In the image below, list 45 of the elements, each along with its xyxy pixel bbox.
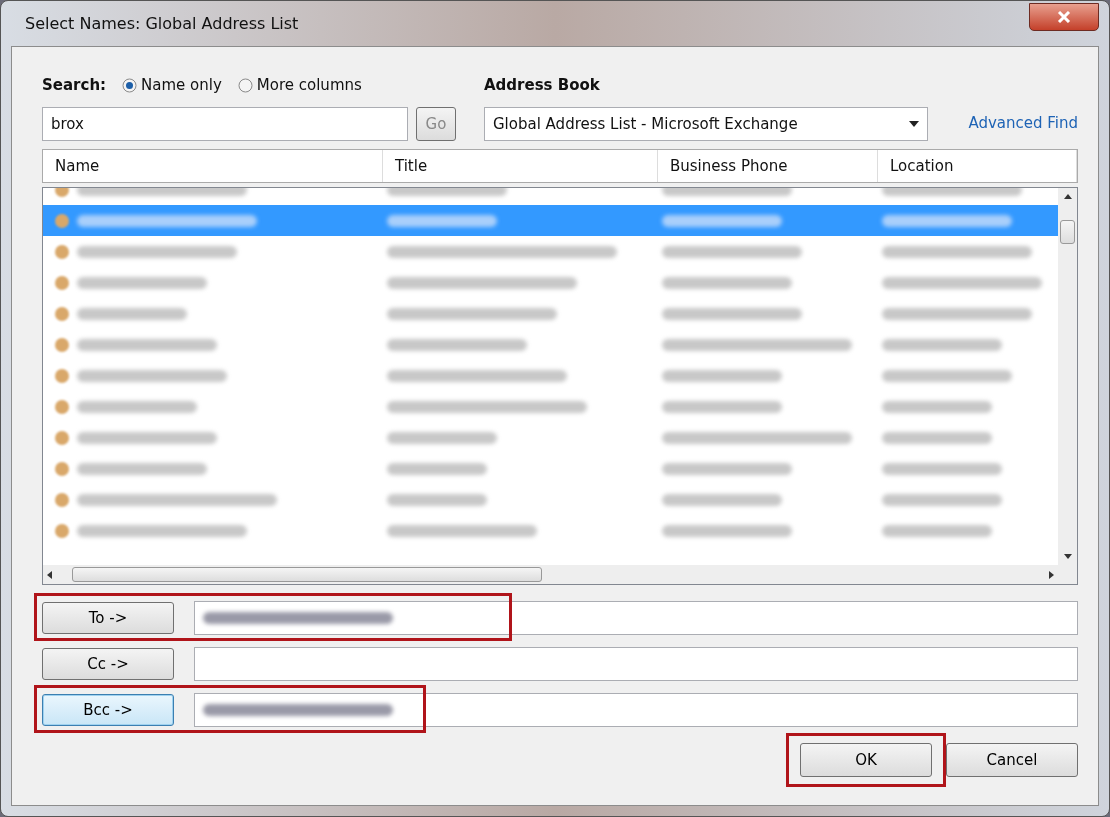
person-icon	[55, 430, 69, 445]
person-icon	[55, 368, 69, 383]
person-icon	[55, 244, 69, 259]
person-icon	[55, 461, 69, 476]
search-label: Search:	[42, 74, 107, 96]
person-icon	[55, 275, 69, 290]
column-header[interactable]: Location	[878, 150, 1077, 182]
scrollbar-thumb[interactable]	[72, 567, 542, 582]
scrollbar-thumb[interactable]	[1060, 219, 1075, 244]
close-icon	[1057, 10, 1071, 23]
recipient-button[interactable]: Cc ->	[42, 648, 174, 680]
scroll-down-icon[interactable]	[1063, 554, 1072, 559]
radio-option[interactable]: Name only	[122, 73, 222, 97]
recipient-field[interactable]	[194, 601, 1078, 635]
recipient-field[interactable]	[194, 693, 1078, 727]
column-header[interactable]: Business Phone	[658, 150, 878, 182]
scroll-up-icon[interactable]	[1063, 194, 1072, 199]
column-header[interactable]: Title	[383, 150, 658, 182]
close-button[interactable]	[1029, 2, 1099, 31]
radio-button[interactable]	[122, 77, 138, 93]
window-title: Select Names: Global Address List	[24, 12, 299, 35]
scroll-right-icon[interactable]	[1049, 570, 1054, 579]
person-icon	[55, 337, 69, 352]
radio-button[interactable]	[237, 77, 253, 93]
address-book-label: Address Book	[484, 74, 600, 96]
scroll-left-icon[interactable]	[47, 570, 52, 579]
list-row[interactable]	[43, 205, 1058, 236]
person-icon	[55, 399, 69, 414]
vertical-scrollbar[interactable]	[1058, 188, 1077, 565]
person-icon	[55, 523, 69, 538]
dialog-button[interactable]: OK	[800, 743, 932, 777]
person-icon	[55, 213, 69, 228]
recipient-field[interactable]	[194, 647, 1078, 681]
dialog-button[interactable]: Cancel	[946, 743, 1078, 777]
address-book-dropdown[interactable]: Global Address List - Microsoft Exchange	[484, 107, 928, 141]
person-icon	[55, 306, 69, 321]
person-icon	[55, 492, 69, 507]
recipient-button[interactable]: To ->	[42, 602, 174, 634]
search-field[interactable]: brox	[42, 107, 408, 141]
advanced-find-link[interactable]: Advanced Find	[968, 111, 1078, 134]
recipient-button[interactable]: Bcc ->	[42, 694, 174, 726]
radio-option[interactable]: More columns	[237, 73, 362, 97]
horizontal-scrollbar[interactable]	[43, 565, 1058, 584]
dropdown-arrow-icon	[909, 121, 919, 127]
column-header[interactable]: Name	[43, 150, 383, 182]
